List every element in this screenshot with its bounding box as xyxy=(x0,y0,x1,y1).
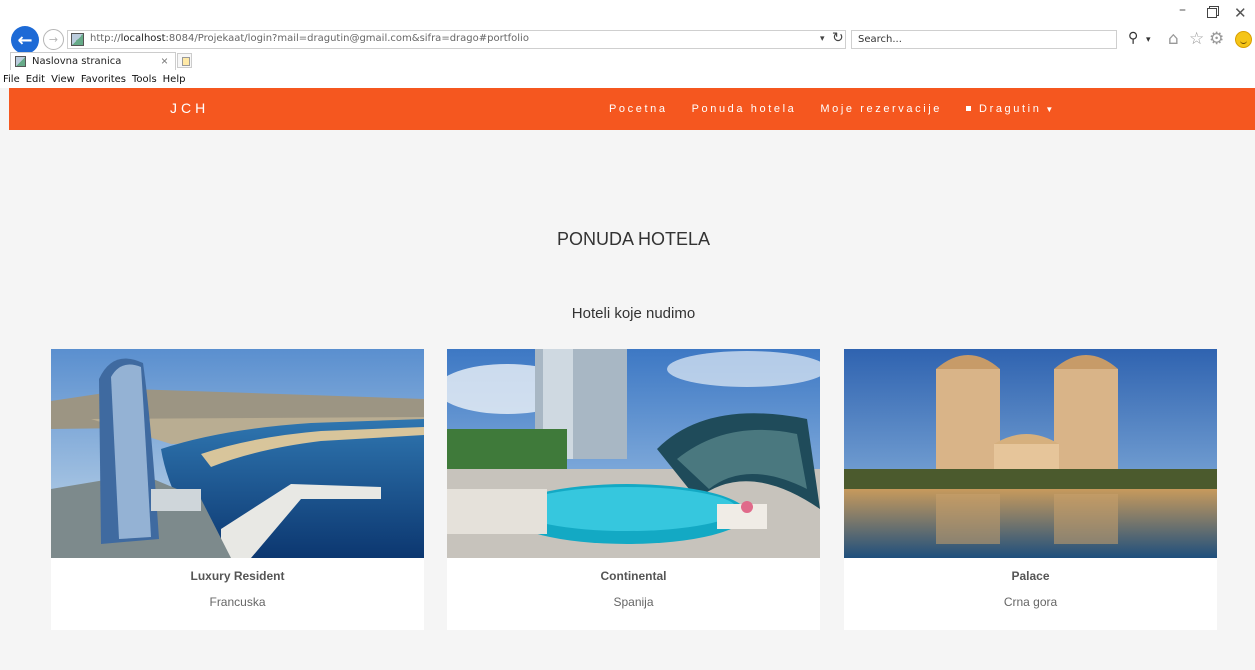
hotel-image-luxury-resident[interactable] xyxy=(51,349,424,558)
menu-edit[interactable]: Edit xyxy=(26,72,45,88)
menu-favorites[interactable]: Favorites xyxy=(81,72,126,88)
page-icon xyxy=(71,33,84,46)
brand-logo[interactable]: JCH xyxy=(170,100,209,116)
nav-link-ponuda-hotela[interactable]: Ponuda hotela xyxy=(692,103,797,115)
user-name: Dragutin xyxy=(979,103,1042,115)
search-dropdown-icon[interactable]: ▾ xyxy=(1146,34,1151,45)
address-bar[interactable]: http://localhost:8084/Projekaat/login?ma… xyxy=(67,30,846,49)
menu-bar: File Edit View Favorites Tools Help xyxy=(0,72,1255,88)
user-icon xyxy=(966,105,972,111)
browser-chrome: – ✕ ← → http://localhost:8084/Projekaat/… xyxy=(0,0,1255,88)
menu-tools[interactable]: Tools xyxy=(132,72,157,88)
menu-view[interactable]: View xyxy=(51,72,75,88)
menu-help[interactable]: Help xyxy=(163,72,186,88)
user-menu[interactable]: Dragutin ▼ xyxy=(966,103,1056,115)
search-input[interactable]: Search... xyxy=(851,30,1117,49)
tab-close-icon[interactable]: × xyxy=(161,54,168,68)
search-icon[interactable]: ⚲ xyxy=(1128,30,1138,46)
address-text[interactable]: http://localhost:8084/Projekaat/login?ma… xyxy=(90,33,529,44)
refresh-icon[interactable]: ↻ xyxy=(832,30,844,46)
back-button[interactable]: ← xyxy=(11,26,39,54)
nav-link-pocetna[interactable]: Pocetna xyxy=(609,103,668,115)
tab-naslovna-stranica[interactable]: Naslovna stranica × xyxy=(10,52,176,70)
address-dropdown-icon[interactable]: ▾ xyxy=(820,33,825,44)
search-placeholder: Search... xyxy=(858,34,902,45)
new-tab-button[interactable] xyxy=(177,53,192,68)
minimize-icon[interactable]: – xyxy=(1179,2,1186,18)
hotel-card[interactable]: Luxury Resident Francuska xyxy=(51,349,424,630)
hotel-card[interactable]: Continental Spanija xyxy=(447,349,820,630)
arrow-left-icon: ← xyxy=(17,29,33,51)
hotel-name[interactable]: Palace xyxy=(844,569,1217,583)
smiley-feedback-icon[interactable] xyxy=(1235,31,1252,48)
favorites-star-icon[interactable]: ☆ xyxy=(1189,29,1204,49)
hotel-country: Spanija xyxy=(613,595,654,609)
url-host: localhost xyxy=(120,33,166,44)
home-icon[interactable]: ⌂ xyxy=(1168,29,1179,49)
hotel-country: Crna gora xyxy=(1003,595,1058,609)
nav-links: Pocetna Ponuda hotela Moje rezervacije D… xyxy=(609,88,1080,130)
url-rest: :8084/Projekaat/login?mail=dragutin@gmai… xyxy=(165,33,529,44)
hotel-name[interactable]: Luxury Resident xyxy=(51,569,424,583)
tab-page-icon xyxy=(15,56,26,67)
page-subtitle: Hoteli koje nudimo xyxy=(571,305,696,322)
nav-link-moje-rezervacije[interactable]: Moje rezervacije xyxy=(820,103,942,115)
arrow-right-icon: → xyxy=(48,33,59,46)
tab-label: Naslovna stranica xyxy=(32,56,122,67)
url-prefix: http:// xyxy=(90,33,121,44)
site-navbar: JCH Pocetna Ponuda hotela Moje rezervaci… xyxy=(9,88,1255,130)
hotel-image-palace[interactable] xyxy=(844,349,1217,558)
forward-button[interactable]: → xyxy=(43,29,64,50)
page-title: PONUDA HOTELA xyxy=(556,229,711,249)
gear-icon[interactable]: ⚙ xyxy=(1209,29,1224,49)
hotel-card[interactable]: Palace Crna gora xyxy=(844,349,1217,630)
caret-down-icon: ▼ xyxy=(1045,105,1056,114)
close-icon[interactable]: ✕ xyxy=(1234,4,1247,22)
restore-icon[interactable] xyxy=(1207,8,1217,18)
menu-file[interactable]: File xyxy=(3,72,20,88)
hotel-name[interactable]: Continental xyxy=(447,569,820,583)
hotel-image-continental[interactable] xyxy=(447,349,820,558)
hotel-country: Francuska xyxy=(209,595,266,609)
